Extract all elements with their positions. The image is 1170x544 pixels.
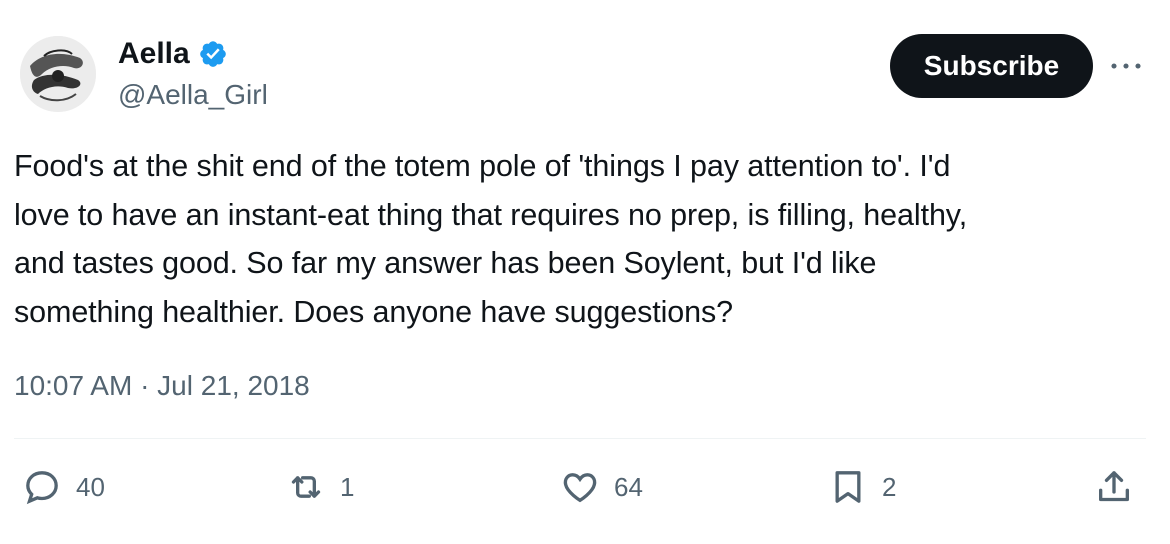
like-button[interactable]: 64 [560, 464, 643, 510]
retweet-button[interactable]: 1 [286, 464, 354, 510]
retweet-count: 1 [340, 471, 355, 502]
reply-button[interactable]: 40 [22, 464, 105, 510]
tweet-line: something healthier. Does anyone have su… [14, 294, 734, 329]
reply-count: 40 [76, 471, 105, 502]
divider [14, 438, 1146, 439]
tweet-timestamp[interactable]: 10:07 AM · Jul 21, 2018 [14, 366, 310, 406]
reply-icon [26, 471, 58, 505]
tweet-line: and tastes good. So far my answer has be… [14, 246, 877, 280]
tweet-line: Food's at the shit end of the totem pole… [14, 149, 951, 183]
author-handle[interactable]: @Aella_Girl [118, 78, 268, 112]
bookmark-icon [835, 471, 861, 503]
heart-icon [563, 473, 597, 503]
retweet-icon [291, 476, 321, 498]
like-count: 64 [614, 471, 643, 502]
verified-badge-icon[interactable] [198, 39, 228, 69]
tweet-text: Food's at the shit end of the totem pole… [14, 142, 1144, 336]
bookmark-count: 2 [882, 471, 897, 502]
subscribe-button[interactable]: Subscribe [890, 34, 1093, 98]
more-options-icon[interactable] [1106, 50, 1146, 82]
avatar-image [20, 36, 96, 112]
share-icon [1099, 471, 1129, 502]
avatar[interactable] [20, 36, 96, 112]
tweet-line: love to have an instant-eat thing that r… [14, 197, 968, 232]
share-button[interactable] [1094, 464, 1134, 510]
author-name[interactable]: Aella [118, 36, 190, 72]
bookmark-button[interactable]: 2 [828, 464, 896, 510]
